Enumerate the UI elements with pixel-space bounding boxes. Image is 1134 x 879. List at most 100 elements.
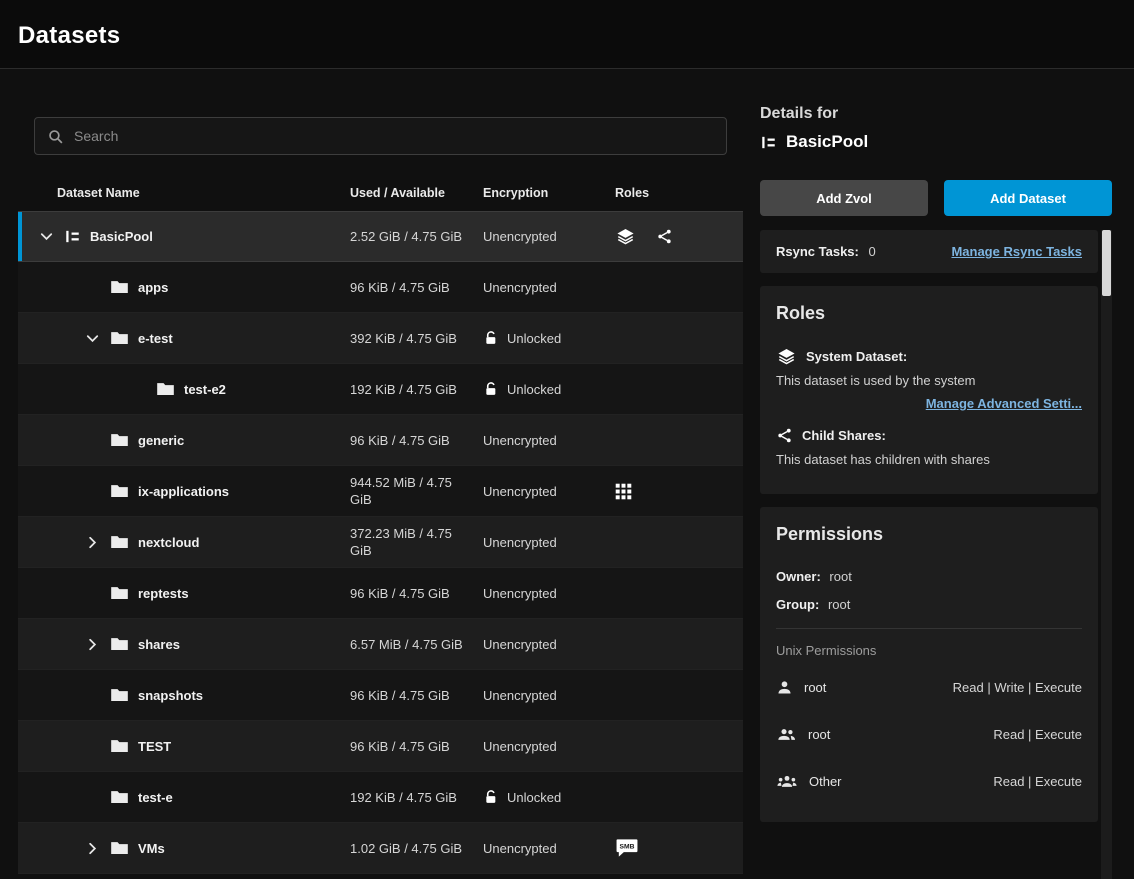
encryption-cell: Unencrypted: [483, 484, 615, 499]
permissions-card: Permissions Owner: root Group: root Unix…: [760, 507, 1098, 822]
owner-value: root: [829, 569, 851, 584]
datasets-content: Dataset Name Used / Available Encryption…: [0, 69, 1134, 879]
dataset-row-generic[interactable]: generic96 KiB / 4.75 GiBUnencrypted: [18, 415, 743, 466]
permission-access: Read | Write | Execute: [953, 680, 1082, 695]
dataset-name: TEST: [138, 739, 171, 754]
dataset-name-cell: test-e: [18, 786, 350, 808]
system-dataset-icon: [776, 348, 797, 365]
dataset-name: BasicPool: [90, 229, 153, 244]
used-available-cell: 1.02 GiB / 4.75 GiB: [350, 840, 483, 857]
dataset-name-cell: test-e2: [18, 378, 350, 400]
datasets-tree-panel: Dataset Name Used / Available Encryption…: [18, 69, 743, 879]
dataset-name: snapshots: [138, 688, 203, 703]
folder-icon: [110, 279, 129, 295]
unix-permissions-list: rootRead | Write | ExecuterootRead | Exe…: [776, 664, 1082, 805]
used-available-cell: 96 KiB / 4.75 GiB: [350, 279, 483, 296]
expand-chevron-icon[interactable]: [80, 633, 104, 655]
dataset-row-test-e[interactable]: test-e192 KiB / 4.75 GiBUnlocked: [18, 772, 743, 823]
dataset-row-BasicPool[interactable]: BasicPool2.52 GiB / 4.75 GiBUnencrypted: [18, 211, 743, 262]
collapse-chevron-icon[interactable]: [34, 226, 58, 248]
manage-advanced-settings-link[interactable]: Manage Advanced Setti...: [926, 396, 1082, 411]
details-scrollbar-track[interactable]: [1101, 230, 1112, 879]
group-value: root: [828, 597, 850, 612]
dataset-name: apps: [138, 280, 168, 295]
used-available-cell: 96 KiB / 4.75 GiB: [350, 738, 483, 755]
unlock-icon: [483, 381, 499, 398]
used-available-cell: 392 KiB / 4.75 GiB: [350, 330, 483, 347]
manage-rsync-tasks-link[interactable]: Manage Rsync Tasks: [951, 244, 1082, 259]
details-dataset-name: BasicPool: [786, 132, 868, 152]
dataset-row-reptests[interactable]: reptests96 KiB / 4.75 GiBUnencrypted: [18, 568, 743, 619]
expander-spacer: [80, 684, 104, 706]
dataset-name-cell: reptests: [18, 582, 350, 604]
child-shares-description: This dataset has children with shares: [776, 452, 1082, 467]
details-scrollbar-thumb[interactable]: [1102, 230, 1111, 296]
system-dataset-description: This dataset is used by the system: [776, 373, 1082, 388]
folder-icon: [110, 534, 129, 550]
expand-chevron-icon[interactable]: [80, 837, 104, 859]
expander-spacer: [80, 480, 104, 502]
others-icon: [776, 773, 798, 790]
used-available-cell: 944.52 MiB / 4.75 GiB: [350, 474, 483, 508]
dataset-name-cell: generic: [18, 429, 350, 451]
dataset-row-snapshots[interactable]: snapshots96 KiB / 4.75 GiBUnencrypted: [18, 670, 743, 721]
permissions-title: Permissions: [776, 524, 1082, 545]
system-dataset-icon: [615, 228, 636, 245]
dataset-name: nextcloud: [138, 535, 199, 550]
expander-spacer: [80, 582, 104, 604]
dataset-name: shares: [138, 637, 180, 652]
dataset-name-cell: ix-applications: [18, 480, 350, 502]
child-shares-icon: [656, 228, 673, 245]
folder-icon: [110, 330, 129, 346]
add-zvol-button[interactable]: Add Zvol: [760, 180, 928, 216]
used-available-cell: 192 KiB / 4.75 GiB: [350, 381, 483, 398]
encryption-cell: Unencrypted: [483, 586, 615, 601]
folder-icon: [110, 840, 129, 856]
dataset-row-shares[interactable]: shares6.57 MiB / 4.75 GiBUnencrypted: [18, 619, 743, 670]
dataset-row-ix-applications[interactable]: ix-applications944.52 MiB / 4.75 GiBUnen…: [18, 466, 743, 517]
permission-who: root: [804, 680, 826, 695]
collapse-chevron-icon[interactable]: [80, 327, 104, 349]
encryption-cell: Unlocked: [483, 330, 615, 347]
permission-who: Other: [809, 774, 842, 789]
details-dataset-title: BasicPool: [760, 132, 1112, 152]
child-shares-icon: [776, 427, 793, 444]
used-available-cell: 96 KiB / 4.75 GiB: [350, 432, 483, 449]
dataset-tree-body: BasicPool2.52 GiB / 4.75 GiBUnencrypteda…: [18, 211, 743, 874]
folder-icon: [110, 738, 129, 754]
encryption-cell: Unencrypted: [483, 841, 615, 856]
search-box[interactable]: [34, 117, 727, 155]
encryption-cell: Unencrypted: [483, 280, 615, 295]
folder-icon: [110, 789, 129, 805]
dataset-name-cell: VMs: [18, 837, 350, 859]
dataset-name: VMs: [138, 841, 165, 856]
roles-title: Roles: [776, 303, 1082, 324]
encryption-cell: Unencrypted: [483, 229, 615, 244]
encryption-cell: Unencrypted: [483, 637, 615, 652]
dataset-row-nextcloud[interactable]: nextcloud372.23 MiB / 4.75 GiBUnencrypte…: [18, 517, 743, 568]
dataset-row-test-e2[interactable]: test-e2192 KiB / 4.75 GiBUnlocked: [18, 364, 743, 415]
dataset-row-VMs[interactable]: VMs 1.02 GiB / 4.75 GiBUnencrypted SMB: [18, 823, 743, 874]
details-actions: Add Zvol Add Dataset: [760, 180, 1112, 216]
expand-chevron-icon[interactable]: [80, 531, 104, 553]
table-header: Dataset Name Used / Available Encryption…: [18, 175, 743, 211]
column-header-dataset-name: Dataset Name: [18, 186, 350, 200]
encryption-cell: Unencrypted: [483, 739, 615, 754]
smb-share-icon: SMB: [615, 838, 639, 858]
roles-card: Roles System Dataset: This dataset is us…: [760, 286, 1098, 494]
svg-text:SMB: SMB: [620, 844, 635, 851]
folder-icon: [156, 381, 175, 397]
rsync-tasks-card: Rsync Tasks: 0 Manage Rsync Tasks: [760, 230, 1098, 273]
dataset-row-TEST[interactable]: TEST 96 KiB / 4.75 GiBUnencrypted: [18, 721, 743, 772]
dataset-name-cell: shares: [18, 633, 350, 655]
dataset-name-cell: TEST: [18, 735, 350, 757]
used-available-cell: 372.23 MiB / 4.75 GiB: [350, 525, 483, 559]
dataset-row-apps[interactable]: apps 96 KiB / 4.75 GiBUnencrypted: [18, 262, 743, 313]
dataset-row-e-test[interactable]: e-test392 KiB / 4.75 GiBUnlocked: [18, 313, 743, 364]
search-input[interactable]: [74, 128, 714, 144]
add-dataset-button[interactable]: Add Dataset: [944, 180, 1112, 216]
permission-who: root: [808, 727, 830, 742]
dataset-name: reptests: [138, 586, 189, 601]
unlock-icon: [483, 789, 499, 806]
unix-permissions-label: Unix Permissions: [776, 643, 1082, 658]
